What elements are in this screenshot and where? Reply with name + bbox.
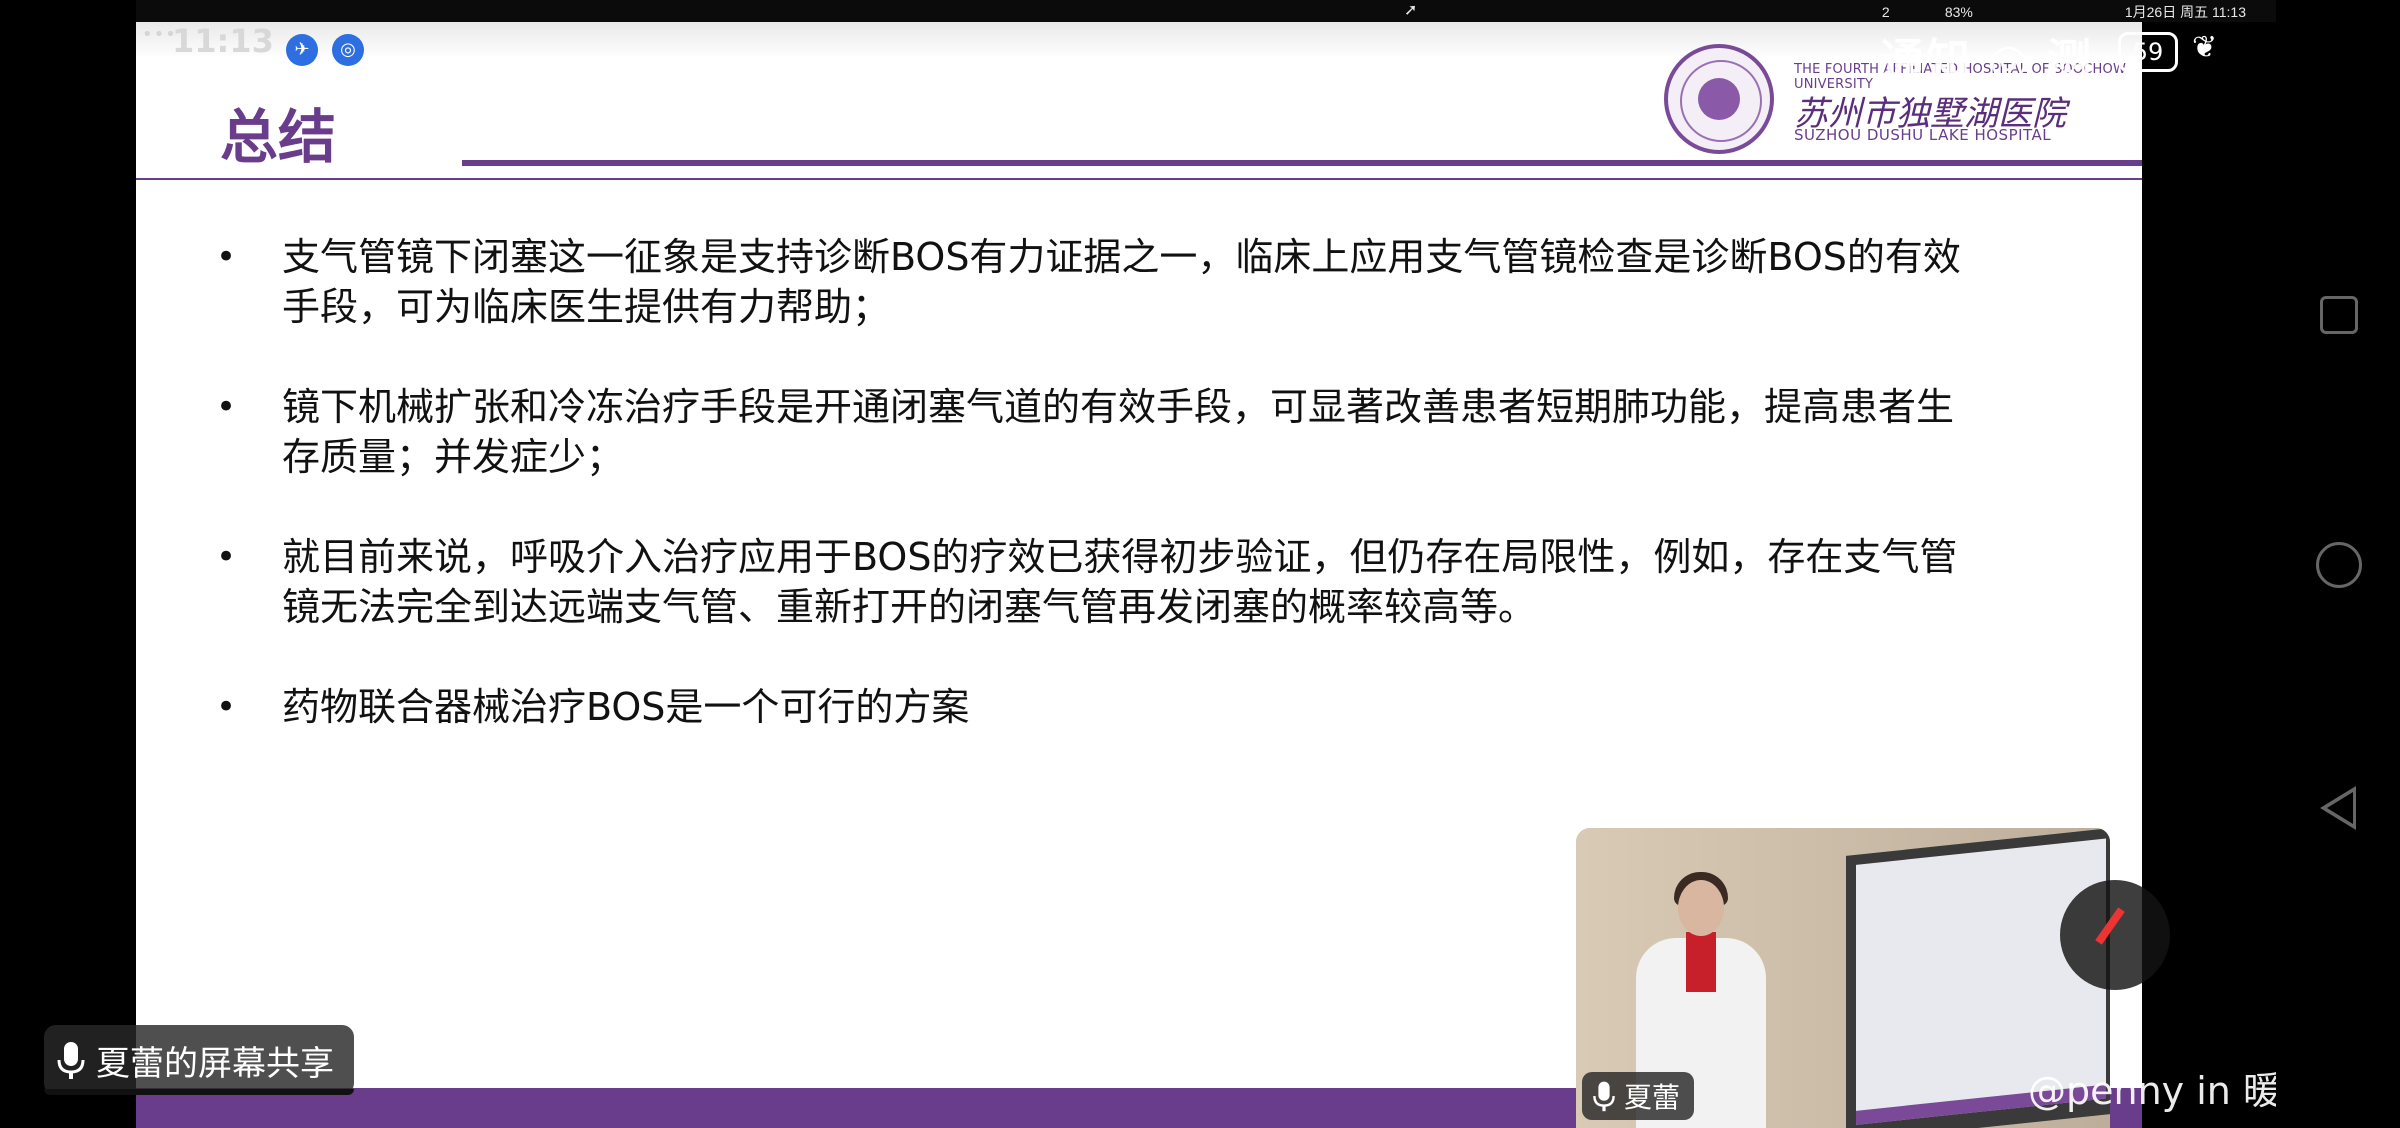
menu-bar-clock[interactable]: 1月26日 周五 11:13 [2125,2,2246,22]
bullet-item: • 支气管镜下闭塞这一征象是支持诊断BOS有力证据之一，临床上应用支气管镜检查是诊… [212,232,1972,332]
title-rule-thin [136,178,2142,180]
title-rule [462,160,2142,166]
bullet-dot: • [216,687,237,727]
leaf-icon: ❦ [2192,30,2218,65]
home-button[interactable] [2276,524,2400,604]
bullet-text: 支气管镜下闭塞这一征象是支持诊断BOS有力证据之一，临床上应用支气管镜检查是诊断… [282,235,1961,329]
bullet-dot: • [216,387,237,427]
battery-percent: 83% [1944,4,1973,20]
slide-title: 总结 [220,103,337,171]
bullet-text: 镜下机械扩张和冷冻治疗手段是开通闭塞气道的有效手段，可显著改善患者短期肺功能，提… [282,385,1955,479]
lark-app-icon[interactable]: ◎ [332,34,364,66]
phone-battery-badge: 59 [2118,32,2178,72]
bullet-dot: • [216,537,237,577]
slide-top-strip [136,22,2142,56]
screen-share-label-text: 夏蕾的屏幕共享 [96,1043,334,1084]
hospital-name-english-bottom: SUZHOU DUSHU LAKE HOSPITAL [1794,126,2052,144]
bullet-text: 就目前来说，呼吸介入治疗应用于BOS的疗效已获得初步验证，但仍存在局限性，例如，… [282,535,1958,629]
phone-status-overlay: 通知 ◎ 测 [1880,35,2094,86]
screen-share-label[interactable]: 夏蕾的屏幕共享 [44,1025,354,1095]
recorder-time: 11:13 [172,22,274,60]
square-icon [2320,296,2358,334]
circle-icon [2316,542,2362,588]
android-nav-bar [2276,0,2400,1128]
microphone-icon [1593,1081,1615,1112]
notification-count[interactable]: 2 [1877,4,1895,20]
bullet-item: • 就目前来说，呼吸介入治疗应用于BOS的疗效已获得初步验证，但仍存在局限性，例如… [212,532,1972,632]
microphone-icon [57,1042,85,1079]
hospital-seal-logo [1664,44,1774,154]
meeting-app-icon[interactable]: ✈ [286,34,318,66]
bullet-text: 药物联合器械治疗BOS是一个可行的方案 [282,685,970,729]
menu-bar-status-area: 2 83% 1月26日 周五 11:13 [1793,2,2246,22]
bullet-dot: • [216,237,237,277]
bullet-item: • 药物联合器械治疗BOS是一个可行的方案 [212,682,1972,732]
mouse-cursor-icon: ➚ [1404,2,1418,19]
presenter-name: 夏蕾 [1624,1081,1681,1114]
bullet-item: • 镜下机械扩张和冷冻治疗手段是开通闭塞气道的有效手段，可显著改善患者短期肺功能，… [212,382,1972,482]
recents-button[interactable] [2276,278,2400,358]
back-button[interactable] [2276,768,2400,848]
mac-menu-bar: ➚ 2 83% 1月26日 周五 11:13 [136,0,2276,22]
presenter-name-label: 夏蕾 [1582,1072,1695,1120]
summary-bullet-list: • 支气管镜下闭塞这一征象是支持诊断BOS有力证据之一，临床上应用支气管镜检查是诊… [212,232,1972,782]
annotation-pencil-button[interactable] [2060,880,2170,990]
pencil-icon [2095,907,2125,945]
